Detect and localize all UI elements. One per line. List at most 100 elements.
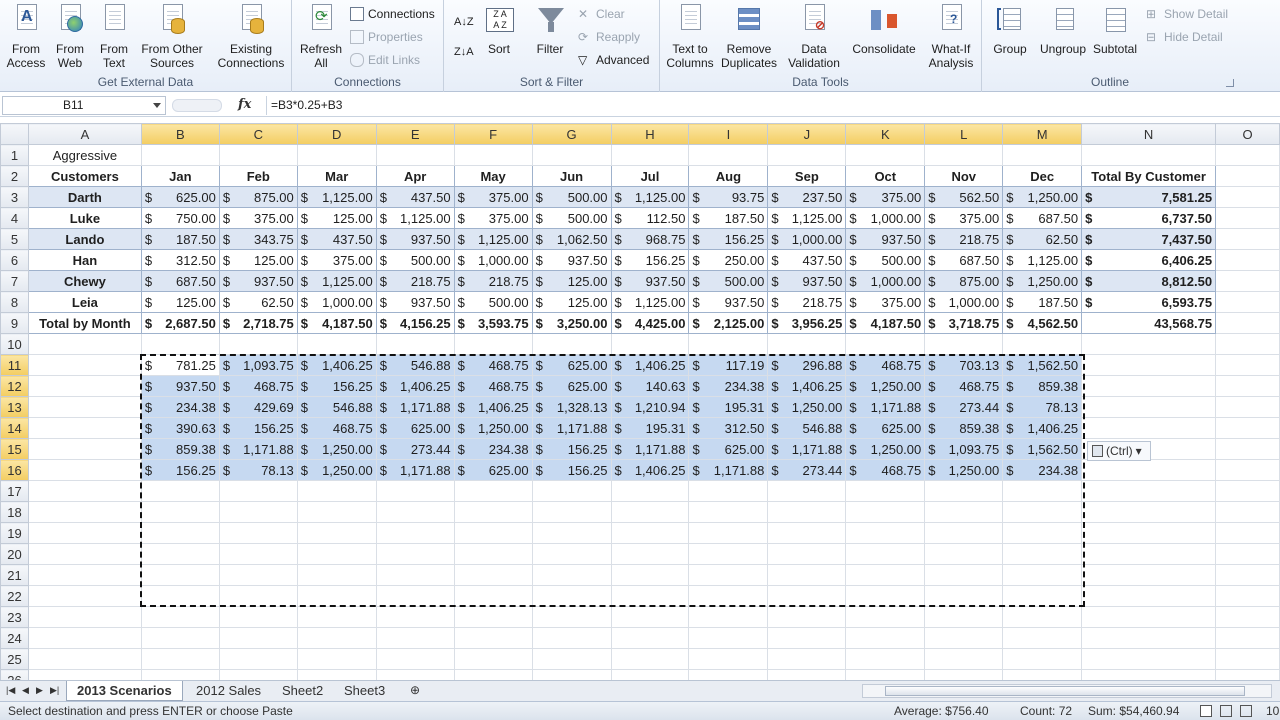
empty-cell[interactable] xyxy=(27,606,142,628)
column-header[interactable]: C xyxy=(218,123,298,145)
value-cell[interactable]: $312.50 xyxy=(140,249,220,271)
empty-cell[interactable] xyxy=(767,564,847,586)
empty-cell[interactable] xyxy=(218,669,298,680)
active-cell[interactable]: $781.25 xyxy=(140,354,220,376)
empty-cell[interactable] xyxy=(1215,228,1280,250)
empty-cell[interactable] xyxy=(296,669,377,680)
value-cell[interactable]: $875.00 xyxy=(924,270,1004,292)
value-cell[interactable]: $1,000.00 xyxy=(296,291,377,313)
selected-cell[interactable]: $625.00 xyxy=(531,375,612,397)
empty-cell[interactable] xyxy=(1215,270,1280,292)
empty-cell[interactable] xyxy=(1215,207,1280,229)
empty-cell[interactable] xyxy=(688,648,769,670)
value-cell[interactable]: $500.00 xyxy=(453,291,533,313)
value-cell[interactable]: $218.75 xyxy=(924,228,1004,250)
selected-cell[interactable]: $156.25 xyxy=(140,459,220,481)
empty-cell[interactable] xyxy=(375,564,455,586)
empty-cell[interactable] xyxy=(453,522,533,544)
selected-cell[interactable]: $234.38 xyxy=(140,396,220,418)
what-if-analysis-button[interactable]: ? What-If Analysis xyxy=(924,4,978,70)
empty-cell[interactable] xyxy=(453,669,533,680)
row-header[interactable]: 21 xyxy=(0,564,29,586)
empty-cell[interactable] xyxy=(1081,648,1217,670)
empty-cell[interactable] xyxy=(610,543,690,565)
empty-cell[interactable] xyxy=(688,543,769,565)
empty-cell[interactable] xyxy=(27,648,142,670)
selected-cell[interactable]: $1,171.88 xyxy=(767,438,847,460)
empty-cell[interactable] xyxy=(845,543,926,565)
row-header[interactable]: 5 xyxy=(0,228,29,250)
value-cell[interactable]: $375.00 xyxy=(453,186,533,208)
empty-cell[interactable] xyxy=(27,522,142,544)
text-to-columns-button[interactable]: Text to Columns xyxy=(666,4,714,70)
selected-cell[interactable]: $140.63 xyxy=(610,375,690,397)
empty-cell[interactable] xyxy=(1002,480,1083,502)
selected-cell[interactable]: $429.69 xyxy=(218,396,298,418)
selected-cell[interactable]: $1,250.00 xyxy=(845,438,926,460)
empty-cell[interactable] xyxy=(375,606,455,628)
month-total-cell[interactable]: $3,718.75 xyxy=(924,312,1004,334)
row-header[interactable]: 26 xyxy=(0,669,29,680)
consolidate-button[interactable]: Consolidate xyxy=(848,4,920,56)
table-header-cell[interactable]: Jul xyxy=(610,165,690,187)
selected-cell[interactable]: $273.44 xyxy=(767,459,847,481)
selected-cell[interactable]: $859.38 xyxy=(140,438,220,460)
value-cell[interactable]: $937.50 xyxy=(375,228,455,250)
empty-cell[interactable] xyxy=(688,627,769,649)
empty-cell[interactable] xyxy=(531,606,612,628)
selected-cell[interactable]: $1,562.50 xyxy=(1002,354,1083,376)
empty-cell[interactable] xyxy=(375,522,455,544)
empty-cell[interactable] xyxy=(688,501,769,523)
empty-cell[interactable] xyxy=(924,333,1004,355)
empty-cell[interactable] xyxy=(531,585,612,607)
selected-cell[interactable]: $1,093.75 xyxy=(218,354,298,376)
value-cell[interactable]: $187.50 xyxy=(140,228,220,250)
sheet-tab[interactable]: 2012 Sales xyxy=(186,681,271,701)
value-cell[interactable]: $500.00 xyxy=(375,249,455,271)
empty-cell[interactable] xyxy=(375,585,455,607)
selected-cell[interactable]: $156.25 xyxy=(531,459,612,481)
page-break-view-icon[interactable] xyxy=(1240,705,1252,717)
value-cell[interactable]: $125.00 xyxy=(140,291,220,313)
empty-cell[interactable] xyxy=(1081,585,1217,607)
month-total-cell[interactable]: $3,250.00 xyxy=(531,312,612,334)
table-header-cell[interactable]: Apr xyxy=(375,165,455,187)
month-total-cell[interactable]: $4,562.50 xyxy=(1002,312,1083,334)
empty-cell[interactable] xyxy=(218,648,298,670)
column-header[interactable]: J xyxy=(767,123,847,145)
empty-cell[interactable] xyxy=(1002,648,1083,670)
empty-cell[interactable] xyxy=(767,480,847,502)
empty-cell[interactable] xyxy=(924,543,1004,565)
empty-cell[interactable] xyxy=(1081,396,1217,418)
empty-cell[interactable] xyxy=(140,543,220,565)
empty-cell[interactable] xyxy=(453,144,533,166)
empty-cell[interactable] xyxy=(610,333,690,355)
empty-cell[interactable] xyxy=(27,543,142,565)
empty-cell[interactable] xyxy=(1081,354,1217,376)
empty-cell[interactable] xyxy=(1002,501,1083,523)
empty-cell[interactable] xyxy=(296,333,377,355)
sort-a-to-z-button[interactable]: A↓Z xyxy=(454,12,474,32)
empty-cell[interactable] xyxy=(1081,480,1217,502)
value-cell[interactable]: $1,000.00 xyxy=(845,207,926,229)
empty-cell[interactable] xyxy=(453,627,533,649)
properties-button[interactable]: Properties xyxy=(350,27,423,47)
empty-cell[interactable] xyxy=(375,543,455,565)
empty-cell[interactable] xyxy=(218,522,298,544)
empty-cell[interactable] xyxy=(296,648,377,670)
selected-cell[interactable]: $859.38 xyxy=(924,417,1004,439)
empty-cell[interactable] xyxy=(375,480,455,502)
insert-worksheet-icon[interactable]: ⊕ xyxy=(410,683,420,697)
value-cell[interactable]: $937.50 xyxy=(610,270,690,292)
empty-cell[interactable] xyxy=(140,333,220,355)
value-cell[interactable]: $93.75 xyxy=(688,186,769,208)
empty-cell[interactable] xyxy=(453,606,533,628)
column-header[interactable]: I xyxy=(688,123,769,145)
customer-total-cell[interactable]: $6,406.25 xyxy=(1081,249,1217,271)
empty-cell[interactable] xyxy=(375,333,455,355)
selected-cell[interactable]: $468.75 xyxy=(453,354,533,376)
table-header-cell[interactable]: Customers xyxy=(27,165,142,187)
row-header[interactable]: 14 xyxy=(0,417,29,439)
value-cell[interactable]: $500.00 xyxy=(531,207,612,229)
sheet-tab[interactable]: Sheet2 xyxy=(272,681,333,701)
